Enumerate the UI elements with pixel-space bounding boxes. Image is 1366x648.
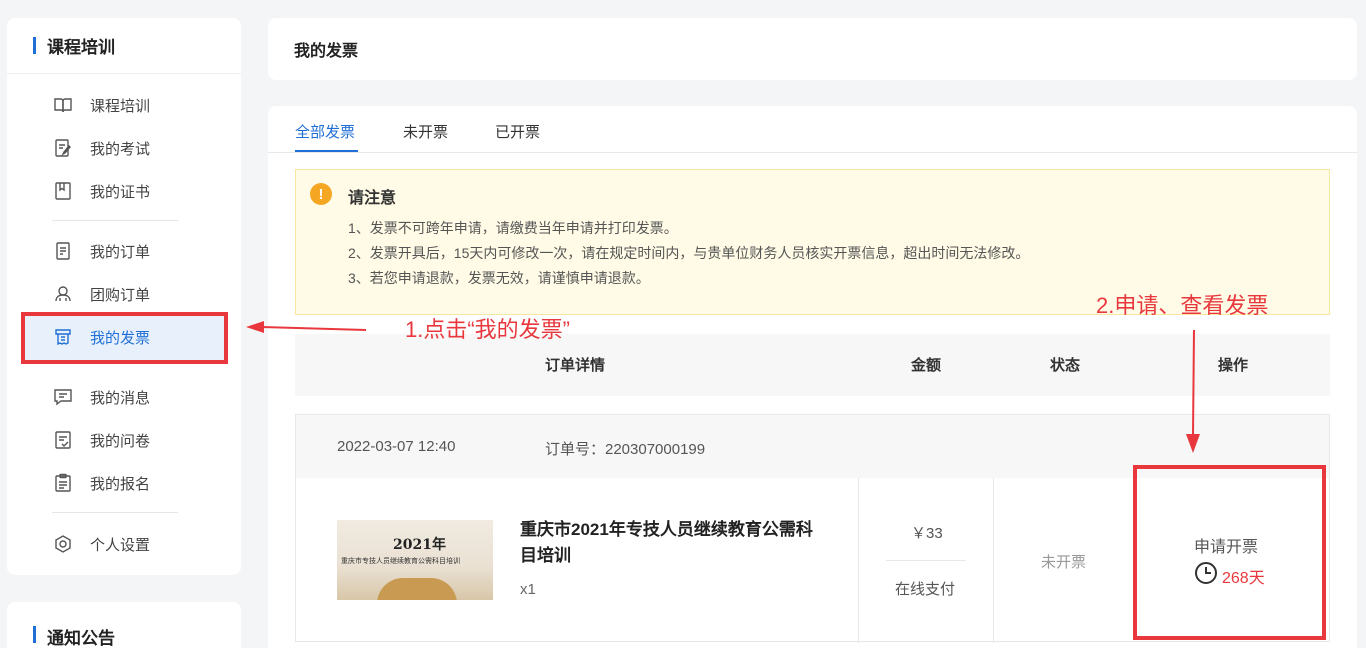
invoice-status: 未开票 (1041, 554, 1087, 571)
group-icon (52, 283, 74, 305)
annotation-box-action (1133, 465, 1326, 640)
certificate-icon (52, 180, 74, 202)
notice-card: 通知公告 (7, 602, 241, 648)
course-quantity: x1 (520, 581, 536, 598)
sidebar-item-registrations[interactable]: 我的报名 (52, 471, 150, 495)
alert-line: 1、发票不可跨年申请，请缴费当年申请并打印发票。 (348, 220, 678, 236)
price-divider (886, 560, 966, 561)
annotation-box-invoice-menu (21, 312, 228, 364)
sidebar-item-certificates[interactable]: 我的证书 (52, 179, 150, 203)
sidebar-item-label: 我的报名 (90, 475, 151, 493)
survey-icon (52, 429, 74, 451)
menu-divider (52, 220, 178, 221)
order-number: 订单号：220307000199 (545, 441, 706, 458)
order-icon (52, 240, 74, 262)
sidebar-item-label: 团购订单 (90, 286, 151, 304)
sidebar-item-settings[interactable]: 个人设置 (52, 532, 150, 556)
sidebar-item-courses[interactable]: 课程培训 (52, 93, 150, 117)
sidebar-item-label: 我的证书 (90, 183, 151, 201)
header-status: 状态 (1050, 357, 1081, 374)
book-icon (52, 94, 74, 116)
course-title[interactable]: 重庆市2021年专技人员继续教育公需科目培训 (520, 517, 820, 569)
alert-line: 3、若您申请退款，发票无效，请谨慎申请退款。 (348, 270, 650, 286)
clipboard-icon (52, 472, 74, 494)
sidebar-item-group-orders[interactable]: 团购订单 (52, 282, 150, 306)
tab-underline (295, 150, 358, 152)
tab-not-issued[interactable]: 未开票 (403, 121, 448, 142)
course-thumbnail[interactable]: 2021年 重庆市专技人员继续教育公需科目培训 (337, 520, 493, 600)
header-action: 操作 (1218, 357, 1249, 374)
sidebar-item-label: 我的订单 (90, 243, 151, 261)
sidebar-item-exams[interactable]: 我的考试 (52, 136, 150, 160)
sidebar-item-label: 我的问卷 (90, 432, 151, 450)
annotation-step2: 2.申请、查看发票 (1096, 293, 1269, 318)
exam-icon (52, 137, 74, 159)
order-price: ￥33 (911, 525, 943, 542)
payment-method: 在线支付 (895, 581, 956, 598)
header-order-details: 订单详情 (545, 357, 606, 374)
thumbnail-subtitle: 重庆市专技人员继续教育公需科目培训 (341, 557, 460, 565)
column-divider (993, 478, 994, 643)
sidebar-item-label: 个人设置 (90, 536, 151, 554)
annotation-arrow-left (246, 321, 367, 333)
sidebar-item-label: 课程培训 (90, 97, 151, 115)
header-amount: 金额 (911, 357, 942, 374)
sidebar-title: 课程培训 (7, 18, 241, 74)
thumbnail-year: 2021年 (393, 537, 446, 553)
page-title: 我的发票 (268, 18, 1357, 80)
sidebar-item-label: 我的消息 (90, 389, 151, 407)
sidebar-item-surveys[interactable]: 我的问卷 (52, 428, 150, 452)
alert-line: 2、发票开具后，15天内可修改一次，请在规定时间内，与贵单位财务人员核实开票信息… (348, 245, 1030, 261)
tab-all-invoices[interactable]: 全部发票 (295, 121, 355, 142)
exclamation-icon: ! (310, 183, 332, 205)
sidebar-item-label: 我的考试 (90, 140, 151, 158)
annotation-step1: 1.点击“我的发票” (405, 317, 571, 342)
menu-divider (52, 512, 178, 513)
message-icon (52, 386, 74, 408)
sidebar-item-messages[interactable]: 我的消息 (52, 385, 150, 409)
tab-issued[interactable]: 已开票 (495, 121, 540, 142)
column-divider (858, 478, 859, 643)
annotation-arrow-down (1186, 330, 1200, 453)
order-date: 2022-03-07 12:40 (337, 438, 456, 455)
sidebar-item-orders[interactable]: 我的订单 (52, 239, 150, 263)
tab-bar: 全部发票 未开票 已开票 (268, 106, 1357, 153)
book-illustration (377, 578, 457, 600)
notice-title: 通知公告 (7, 602, 241, 648)
settings-icon (52, 533, 74, 555)
alert-title: 请注意 (348, 190, 397, 207)
